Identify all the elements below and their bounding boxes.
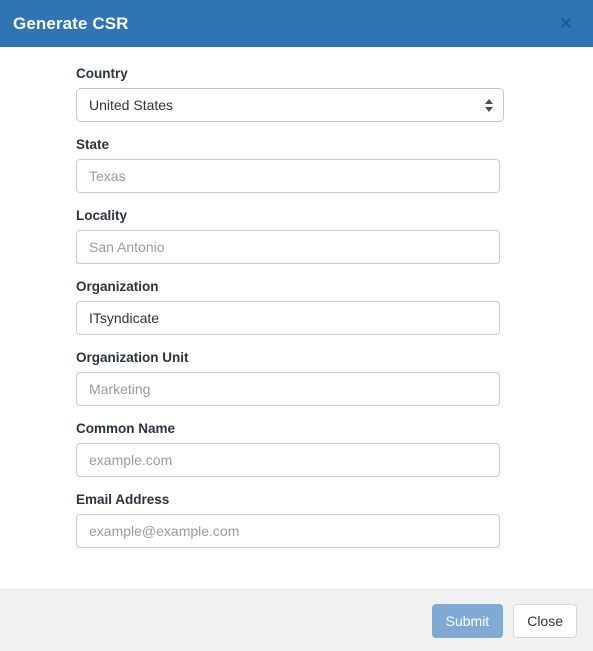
common-name-input[interactable]: [76, 443, 500, 477]
form-group-organization: Organization: [76, 279, 517, 335]
dialog-title: Generate CSR: [13, 13, 129, 33]
dialog-body: Country United States State Locality O: [0, 47, 593, 589]
form-group-email-address: Email Address: [76, 492, 517, 548]
dialog-header: Generate CSR ×: [0, 0, 593, 47]
label-state: State: [76, 137, 110, 152]
country-select-wrapper: United States: [76, 88, 504, 122]
close-icon[interactable]: ×: [555, 13, 577, 35]
submit-button[interactable]: Submit: [431, 603, 504, 638]
form-group-country: Country United States: [76, 66, 517, 122]
label-common-name: Common Name: [76, 421, 176, 436]
label-organization: Organization: [76, 279, 159, 294]
form-group-organization-unit: Organization Unit: [76, 350, 517, 406]
label-organization-unit: Organization Unit: [76, 350, 189, 365]
label-email-address: Email Address: [76, 492, 170, 507]
state-input[interactable]: [76, 159, 500, 193]
locality-input[interactable]: [76, 230, 500, 264]
organization-input[interactable]: [76, 301, 500, 335]
label-locality: Locality: [76, 208, 128, 223]
form-group-common-name: Common Name: [76, 421, 517, 477]
email-address-input[interactable]: [76, 514, 500, 548]
close-button[interactable]: Close: [513, 603, 577, 638]
country-select[interactable]: United States: [76, 88, 504, 122]
generate-csr-dialog: Generate CSR × Country United States Sta…: [0, 0, 593, 651]
form-group-state: State: [76, 137, 517, 193]
dialog-footer: Submit Close: [0, 589, 593, 651]
form-group-locality: Locality: [76, 208, 517, 264]
organization-unit-input[interactable]: [76, 372, 500, 406]
label-country: Country: [76, 66, 128, 81]
